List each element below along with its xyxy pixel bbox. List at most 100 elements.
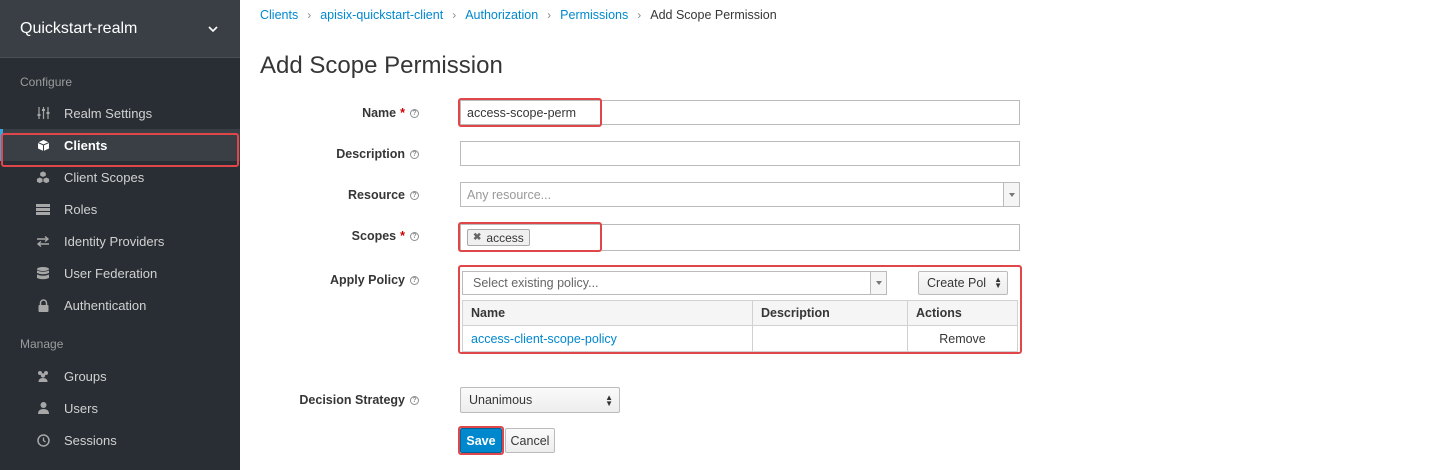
resource-select[interactable]: Any resource... xyxy=(460,182,1020,207)
cancel-button[interactable]: Cancel xyxy=(505,428,555,453)
required-mark: * xyxy=(400,106,405,120)
sidebar-item-label: Identity Providers xyxy=(64,233,165,249)
section-label-manage: Manage xyxy=(20,337,64,351)
sidebar-item-label: Groups xyxy=(64,368,107,384)
sidebar-item-identity-providers[interactable]: Identity Providers xyxy=(0,225,240,257)
sidebar-item-label: Roles xyxy=(64,201,98,217)
page-title: Add Scope Permission xyxy=(260,52,503,79)
name-input-value: access-scope-perm xyxy=(467,105,577,120)
decision-strategy-value: Unanimous xyxy=(469,393,533,407)
dropdown-arrow-icon[interactable] xyxy=(1003,183,1019,206)
name-input[interactable]: access-scope-perm xyxy=(460,100,1020,125)
decision-strategy-label: Decision Strategy ? xyxy=(299,393,419,407)
description-input[interactable] xyxy=(460,141,1020,166)
policy-description-cell xyxy=(752,325,908,352)
policy-name-cell: access-client-scope-policy xyxy=(462,325,753,352)
sidebar-item-sessions[interactable]: Sessions xyxy=(0,424,240,456)
help-icon[interactable]: ? xyxy=(410,231,419,241)
scopes-label-text: Scopes xyxy=(351,229,397,243)
chevron-down-icon xyxy=(208,25,218,32)
sidebar-item-label: Realm Settings xyxy=(64,105,153,121)
exchange-icon xyxy=(36,234,50,248)
sidebar-item-user-federation[interactable]: User Federation xyxy=(0,257,240,289)
configure-nav: Realm Settings Clients Client Scopes Rol… xyxy=(0,97,240,321)
breadcrumb-separator-icon: › xyxy=(547,8,552,22)
realm-selector[interactable]: Quickstart-realm xyxy=(0,0,240,58)
scopes-input[interactable]: ✖ access xyxy=(460,224,1020,251)
breadcrumb-separator-icon: › xyxy=(452,8,457,22)
policy-placeholder: Select existing policy... xyxy=(473,276,599,290)
description-label: Description ? xyxy=(336,147,419,161)
cube-icon xyxy=(36,138,50,152)
lock-icon xyxy=(36,298,50,312)
users-icon xyxy=(36,369,50,383)
manage-nav: Groups Users Sessions xyxy=(0,360,240,456)
list-icon xyxy=(36,202,50,216)
sidebar-item-label: Users xyxy=(64,400,98,416)
breadcrumb-client[interactable]: apisix-quickstart-client xyxy=(320,8,443,22)
sidebar: Quickstart-realm Configure Realm Setting… xyxy=(0,0,240,470)
help-icon[interactable]: ? xyxy=(410,190,419,200)
apply-policy-panel: Select existing policy... Create Pol ▲ ▼ … xyxy=(458,265,1022,354)
sidebar-item-label: Sessions xyxy=(64,432,117,448)
scope-tag-label: access xyxy=(486,230,524,245)
decision-strategy-select[interactable]: Unanimous ▲ ▼ xyxy=(460,387,620,413)
name-label-text: Name xyxy=(362,106,397,120)
breadcrumb-authorization[interactable]: Authorization xyxy=(465,8,538,22)
breadcrumb-separator-icon: › xyxy=(637,8,642,22)
breadcrumb: Clients › apisix-quickstart-client › Aut… xyxy=(260,8,777,22)
sidebar-item-label: Authentication xyxy=(64,297,147,313)
cubes-icon xyxy=(36,170,50,184)
main-content: Clients › apisix-quickstart-client › Aut… xyxy=(240,0,1439,470)
policy-link[interactable]: access-client-scope-policy xyxy=(471,332,617,346)
sidebar-item-authentication[interactable]: Authentication xyxy=(0,289,240,321)
updown-arrows-icon: ▲ ▼ xyxy=(605,393,613,408)
column-header-name: Name xyxy=(462,300,753,326)
name-label: Name * ? xyxy=(362,106,419,120)
save-button[interactable]: Save xyxy=(460,428,502,453)
resource-label-text: Resource xyxy=(348,188,405,202)
breadcrumb-separator-icon: › xyxy=(307,8,312,22)
column-header-actions: Actions xyxy=(907,300,1018,326)
help-icon[interactable]: ? xyxy=(410,149,419,159)
resource-label: Resource ? xyxy=(348,188,419,202)
create-policy-label: Create Pol xyxy=(927,276,987,290)
decision-strategy-label-text: Decision Strategy xyxy=(299,393,405,407)
sidebar-item-users[interactable]: Users xyxy=(0,392,240,424)
realm-name: Quickstart-realm xyxy=(20,19,138,37)
apply-policy-label: Apply Policy ? xyxy=(330,273,419,287)
table-header-row: Name Description Actions xyxy=(462,300,1018,326)
help-icon[interactable]: ? xyxy=(410,108,419,118)
scope-tag: ✖ access xyxy=(467,229,530,246)
updown-arrows-icon: ▲ ▼ xyxy=(994,275,1002,290)
sidebar-item-groups[interactable]: Groups xyxy=(0,360,240,392)
database-icon xyxy=(36,266,50,280)
breadcrumb-current: Add Scope Permission xyxy=(650,8,777,22)
sidebar-item-label: User Federation xyxy=(64,265,158,281)
breadcrumb-permissions[interactable]: Permissions xyxy=(560,8,628,22)
create-policy-select[interactable]: Create Pol ▲ ▼ xyxy=(918,271,1008,295)
sidebar-item-label: Clients xyxy=(64,137,108,153)
dropdown-arrow-icon[interactable] xyxy=(870,272,886,294)
policy-select[interactable]: Select existing policy... xyxy=(462,271,887,295)
sidebar-item-roles[interactable]: Roles xyxy=(0,193,240,225)
required-mark: * xyxy=(400,229,405,243)
apply-policy-label-text: Apply Policy xyxy=(329,273,405,287)
sidebar-item-realm-settings[interactable]: Realm Settings xyxy=(0,97,240,129)
help-icon[interactable]: ? xyxy=(410,275,419,285)
description-label-text: Description xyxy=(336,147,405,161)
sliders-icon xyxy=(36,106,50,120)
policy-table: Name Description Actions access-client-s… xyxy=(462,300,1018,352)
help-icon[interactable]: ? xyxy=(410,395,419,405)
remove-policy-button[interactable]: Remove xyxy=(907,325,1018,352)
clock-icon xyxy=(36,433,50,447)
remove-tag-icon[interactable]: ✖ xyxy=(473,232,481,243)
table-row: access-client-scope-policy Remove xyxy=(462,325,1018,352)
resource-placeholder: Any resource... xyxy=(467,187,552,202)
sidebar-item-client-scopes[interactable]: Client Scopes xyxy=(0,161,240,193)
sidebar-item-clients[interactable]: Clients xyxy=(0,129,240,161)
scopes-label: Scopes * ? xyxy=(352,229,419,243)
breadcrumb-clients[interactable]: Clients xyxy=(260,8,298,22)
sidebar-item-label: Client Scopes xyxy=(64,169,145,185)
user-icon xyxy=(36,401,50,415)
